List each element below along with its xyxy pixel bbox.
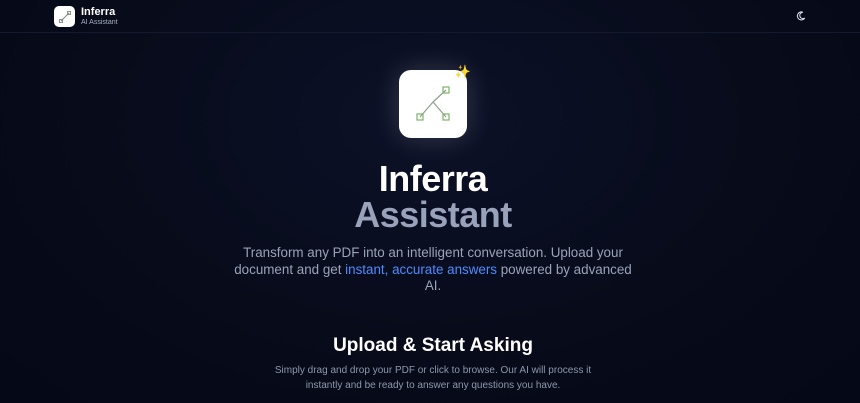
graph-node-icon: [54, 6, 75, 27]
brand-subtitle: AI Assistant: [81, 19, 118, 26]
graph-node-icon: [399, 70, 467, 138]
top-header: Inferra AI Assistant: [0, 0, 860, 33]
sparkle-icon: ✨: [454, 64, 471, 79]
theme-toggle-button[interactable]: [792, 8, 810, 26]
page: Inferra AI Assistant ✨ Inferra Assistant…: [0, 0, 860, 403]
upload-section-title: Upload & Start Asking: [333, 335, 533, 356]
hero-icon-container: ✨: [399, 64, 471, 138]
hero-description: Transform any PDF into an intelligent co…: [233, 245, 633, 295]
moon-icon: [796, 8, 806, 26]
upload-section-description: Simply drag and drop your PDF or click t…: [274, 365, 592, 391]
brand-name: Inferra: [81, 6, 116, 18]
hero-title-line2: Assistant: [354, 194, 512, 235]
hero-description-accent: instant, accurate answers: [345, 261, 498, 277]
brand-text: Inferra AI Assistant: [81, 6, 118, 27]
brand-link[interactable]: Inferra AI Assistant: [54, 6, 118, 27]
